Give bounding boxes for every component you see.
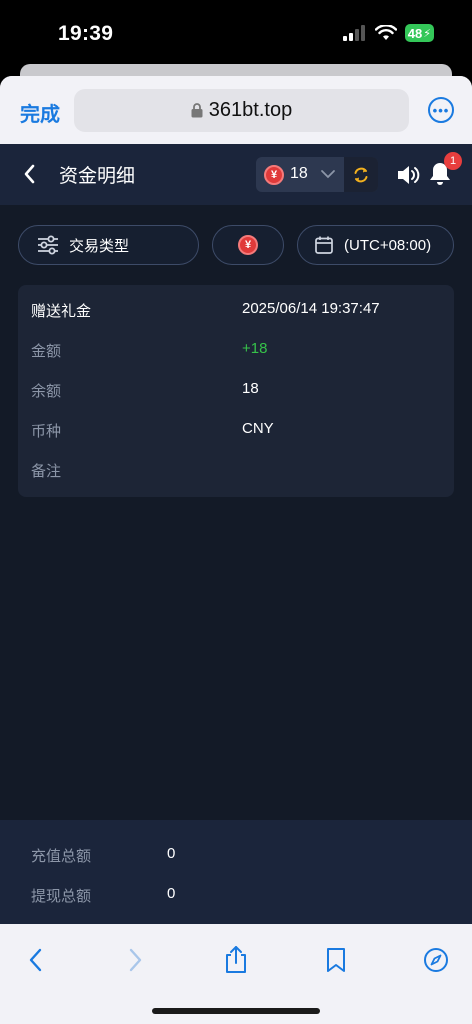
chevron-right-icon — [129, 948, 142, 972]
battery-level: 48 — [407, 25, 423, 41]
chevron-down-icon — [321, 170, 335, 179]
record-label: 金额 — [31, 343, 62, 360]
ellipsis-icon: ••• — [432, 102, 450, 118]
record-row-note: 备注 — [18, 450, 454, 490]
balance-value: 18 — [290, 165, 308, 182]
currency-filter[interactable]: ¥ — [212, 225, 284, 265]
url-text: 361bt.top — [208, 99, 293, 121]
bookmark-icon — [327, 948, 345, 972]
more-options-button[interactable]: ••• — [428, 97, 454, 123]
share-button[interactable] — [216, 940, 256, 980]
back-arrow-icon[interactable] — [18, 162, 42, 186]
record-label: 币种 — [31, 423, 62, 440]
summary-row-withdraw: 提现总额 0 — [0, 875, 472, 915]
calendar-icon — [315, 236, 333, 254]
withdraw-total-label: 提现总额 — [31, 888, 92, 905]
status-bar: 19:39 48 ⚡ — [0, 0, 472, 66]
safari-bottom-toolbar — [0, 924, 472, 1024]
timezone-label: (UTC+08:00) — [344, 236, 432, 254]
notification-badge: 1 — [444, 152, 462, 170]
record-label: 赠送礼金 — [31, 303, 92, 320]
bookmarks-button[interactable] — [316, 940, 356, 980]
signal-icon — [342, 25, 365, 41]
deposit-total-value: 0 — [167, 845, 176, 862]
safari-top-bar: 完成 361bt.top ••• — [0, 76, 472, 144]
summary-panel: 充值总额 0 提现总额 0 — [0, 820, 472, 924]
battery-indicator: 48 ⚡ — [404, 24, 434, 42]
record-label: 余额 — [31, 383, 62, 400]
transaction-record-card: 赠送礼金 2025/06/14 19:37:47 金额 +18 余额 18 币种… — [18, 285, 454, 497]
speaker-icon[interactable] — [397, 164, 423, 186]
status-time: 19:39 — [58, 22, 114, 45]
record-label: 备注 — [31, 463, 62, 480]
yuan-coin-icon: ¥ — [264, 165, 284, 185]
yuan-coin-icon: ¥ — [238, 235, 258, 255]
status-icons: 48 ⚡ — [342, 24, 434, 42]
page-title: 资金明细 — [59, 166, 136, 187]
safari-sheet: 完成 361bt.top ••• 资金明细 ¥ 18 交易类型 ¥ (UTC+0… — [0, 76, 472, 1024]
deposit-total-label: 充值总额 — [31, 848, 92, 865]
transaction-type-filter[interactable]: 交易类型 — [18, 225, 199, 265]
record-row-balance: 余额 18 — [18, 370, 454, 410]
lock-icon — [191, 103, 203, 118]
withdraw-total-value: 0 — [167, 885, 176, 902]
done-button[interactable]: 完成 — [20, 98, 60, 127]
record-row-currency: 币种 CNY — [18, 410, 454, 450]
charging-icon: ⚡ — [423, 27, 431, 40]
browser-back-button[interactable] — [16, 940, 56, 980]
record-row-amount: 金额 +18 — [18, 330, 454, 370]
compass-button[interactable] — [416, 940, 456, 980]
content-area: 交易类型 ¥ (UTC+08:00) 赠送礼金 2025/06/14 19:37… — [0, 205, 472, 820]
share-icon — [226, 946, 246, 973]
record-value: CNY — [242, 420, 274, 437]
compass-icon — [424, 948, 448, 972]
url-bar[interactable]: 361bt.top — [74, 89, 409, 132]
balance-selector[interactable]: ¥ 18 — [256, 157, 378, 192]
summary-row-deposit: 充值总额 0 — [0, 835, 472, 875]
date-timezone-filter[interactable]: (UTC+08:00) — [297, 225, 454, 265]
record-value: +18 — [242, 340, 268, 357]
record-value: 18 — [242, 380, 259, 397]
transaction-type-label: 交易类型 — [69, 237, 130, 255]
record-row-type: 赠送礼金 2025/06/14 19:37:47 — [18, 290, 454, 330]
wifi-icon — [374, 25, 397, 40]
home-indicator — [152, 1008, 320, 1014]
refresh-icon — [354, 167, 368, 182]
record-value: 2025/06/14 19:37:47 — [242, 300, 380, 317]
refresh-balance-button[interactable] — [344, 157, 378, 192]
browser-forward-button[interactable] — [115, 940, 155, 980]
sliders-icon — [38, 235, 58, 255]
chevron-left-icon — [29, 948, 42, 972]
